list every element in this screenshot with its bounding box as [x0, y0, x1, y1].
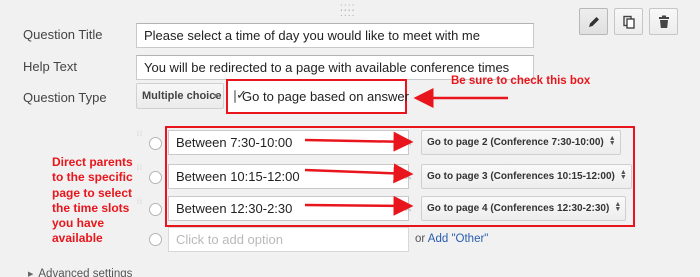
trash-icon [658, 15, 669, 28]
question-type-select[interactable]: Multiple choice ▼ [136, 83, 224, 109]
option-radio [149, 203, 162, 216]
add-other-link[interactable]: Add "Other" [428, 233, 489, 245]
add-option-input[interactable]: Click to add option [168, 227, 409, 252]
goto-page-checkbox[interactable]: ✓ [234, 87, 247, 103]
help-text-label: Help Text [23, 59, 77, 74]
question-title-input[interactable]: Please select a time of day you would li… [136, 23, 534, 48]
annotation-direct-parents: Direct parents to the specific page to s… [52, 155, 133, 246]
question-type-label: Question Type [23, 90, 107, 105]
chevron-down-icon: ▼ [212, 93, 219, 100]
duplicate-button[interactable] [614, 8, 643, 35]
option-radio [149, 137, 162, 150]
option-radio [149, 171, 162, 184]
drag-handle[interactable]: ⁚⁚⁚⁚ ⁚⁚⁚⁚ [340, 4, 355, 18]
edit-button[interactable] [579, 8, 608, 35]
or-text: or [415, 233, 426, 245]
question-type-value: Multiple choice [142, 90, 222, 102]
question-toolbar [579, 8, 678, 35]
question-title-label: Question Title [23, 27, 103, 42]
add-other-text: or Add "Other" [415, 233, 488, 245]
annotation-check-box: Be sure to check this box [451, 75, 591, 87]
option-drag-handle[interactable]: ⁞⁞ [137, 131, 143, 138]
option-radio [149, 233, 162, 246]
goto-page-label: Go to page based on answer [242, 89, 409, 104]
delete-button[interactable] [649, 8, 678, 35]
advanced-settings-label: Advanced settings [38, 268, 133, 277]
expand-triangle-icon: ▶ [28, 271, 34, 277]
advanced-settings-toggle[interactable]: ▶ Advanced settings [28, 268, 132, 277]
pencil-icon [588, 16, 599, 27]
goto-page-checkbox-highlight: ✓ Go to page based on answer [226, 79, 409, 114]
duplicate-icon [622, 15, 635, 29]
checkmark-icon: ✓ [236, 87, 247, 102]
options-highlight-box [165, 126, 635, 227]
